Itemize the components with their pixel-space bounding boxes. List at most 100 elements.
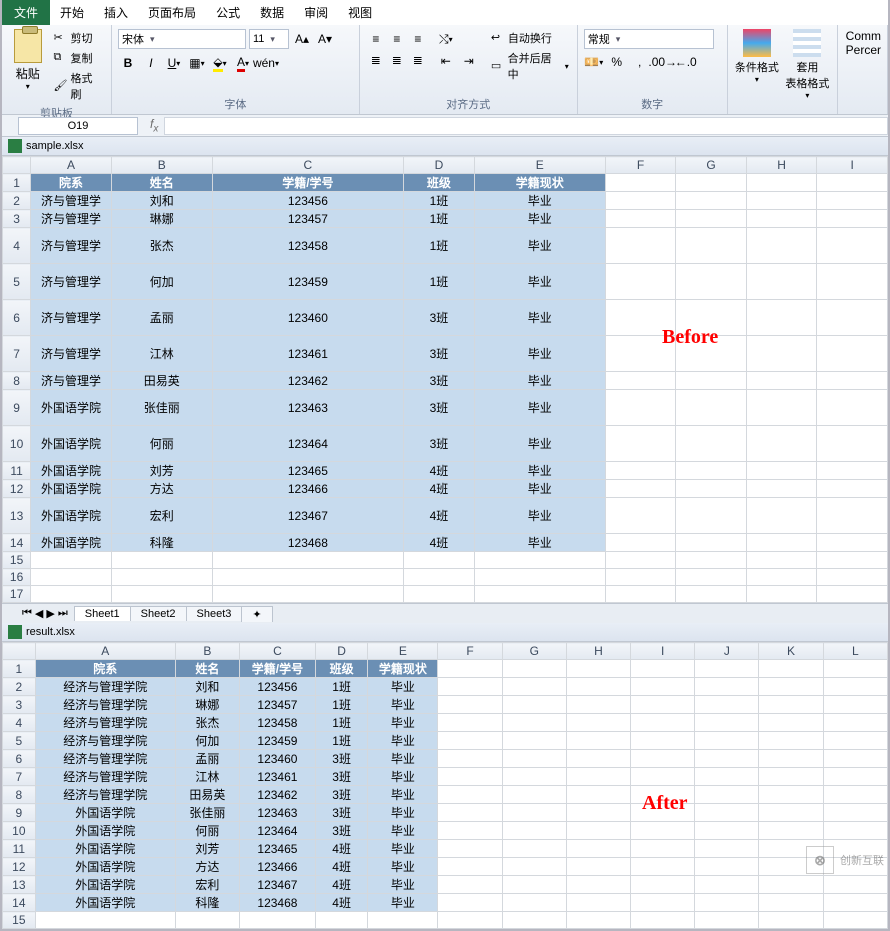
cell[interactable]: 123466 [212, 480, 404, 498]
cell[interactable]: 外国语学院 [35, 894, 175, 912]
cell[interactable] [823, 786, 887, 804]
cell[interactable]: 外国语学院 [35, 840, 175, 858]
font-color-button[interactable]: A▾ [233, 53, 253, 73]
table-format-button[interactable]: 套用 表格格式▾ [784, 29, 831, 100]
cell[interactable] [746, 569, 817, 586]
cell[interactable] [631, 840, 695, 858]
row-header[interactable]: 14 [3, 534, 31, 552]
cell[interactable]: 何丽 [111, 426, 212, 462]
header-cell[interactable]: 学籍/学号 [239, 660, 315, 678]
cell[interactable]: 毕业 [474, 462, 605, 480]
cell[interactable] [759, 822, 823, 840]
col-header[interactable]: G [502, 643, 566, 660]
col-header[interactable]: D [315, 643, 368, 660]
cell[interactable]: 4班 [404, 462, 475, 480]
cell[interactable] [631, 912, 695, 929]
cell[interactable] [676, 552, 747, 569]
cell[interactable] [474, 552, 605, 569]
cell[interactable]: 1班 [404, 264, 475, 300]
cell[interactable] [212, 552, 404, 569]
tab-formulas[interactable]: 公式 [206, 0, 250, 25]
cell[interactable] [502, 786, 566, 804]
col-header[interactable]: G [676, 157, 747, 174]
cell[interactable]: 毕业 [474, 390, 605, 426]
row-header[interactable]: 15 [3, 552, 31, 569]
cell[interactable]: 经济与管理学院 [35, 696, 175, 714]
col-header[interactable]: I [817, 157, 888, 174]
cell[interactable] [695, 768, 759, 786]
cell[interactable]: 123468 [239, 894, 315, 912]
formula-input[interactable] [164, 117, 888, 135]
cell[interactable] [823, 714, 887, 732]
cell[interactable] [175, 912, 239, 929]
cell[interactable]: 毕业 [368, 840, 438, 858]
cell[interactable]: 外国语学院 [35, 822, 175, 840]
col-header[interactable]: J [695, 643, 759, 660]
row-header[interactable]: 11 [3, 840, 36, 858]
header-cell[interactable]: 学籍现状 [474, 174, 605, 192]
cell[interactable] [695, 786, 759, 804]
cell[interactable]: 田易英 [111, 372, 212, 390]
cell[interactable]: 1班 [315, 732, 368, 750]
cell[interactable]: 123467 [239, 876, 315, 894]
cell[interactable] [474, 569, 605, 586]
cell[interactable]: 宏利 [111, 498, 212, 534]
cell[interactable]: 123457 [212, 210, 404, 228]
cell[interactable] [817, 480, 888, 498]
cell[interactable]: 毕业 [474, 534, 605, 552]
cell[interactable]: 毕业 [474, 372, 605, 390]
cell[interactable]: 毕业 [368, 750, 438, 768]
cell[interactable]: 1班 [404, 210, 475, 228]
cell[interactable] [695, 876, 759, 894]
row-header[interactable]: 4 [3, 714, 36, 732]
cell[interactable] [605, 480, 676, 498]
cell[interactable]: 123458 [239, 714, 315, 732]
cell[interactable] [474, 586, 605, 603]
cell[interactable] [566, 912, 630, 929]
cell[interactable]: 济与管理学 [31, 336, 112, 372]
header-cell[interactable]: 班级 [404, 174, 475, 192]
cell[interactable]: 孟丽 [111, 300, 212, 336]
cell[interactable] [676, 569, 747, 586]
cell[interactable]: 3班 [404, 300, 475, 336]
cell[interactable] [502, 696, 566, 714]
cell[interactable]: 张杰 [175, 714, 239, 732]
cell[interactable] [502, 894, 566, 912]
header-cell[interactable] [759, 660, 823, 678]
cell[interactable] [746, 372, 817, 390]
cell[interactable]: 外国语学院 [31, 390, 112, 426]
row-header[interactable]: 14 [3, 894, 36, 912]
cell[interactable] [31, 552, 112, 569]
cell[interactable]: 毕业 [474, 264, 605, 300]
cell[interactable]: 江林 [175, 768, 239, 786]
cell[interactable] [695, 858, 759, 876]
cell[interactable]: 宏利 [175, 876, 239, 894]
cell[interactable] [566, 876, 630, 894]
cell[interactable] [212, 569, 404, 586]
cell[interactable] [695, 804, 759, 822]
cell[interactable]: 刘和 [175, 678, 239, 696]
cell[interactable] [605, 372, 676, 390]
cell[interactable] [823, 822, 887, 840]
row-header[interactable]: 17 [3, 586, 31, 603]
cell[interactable] [746, 586, 817, 603]
cell[interactable] [823, 876, 887, 894]
tab-review[interactable]: 审阅 [294, 0, 338, 25]
header-cell[interactable] [566, 660, 630, 678]
cell[interactable]: 经济与管理学院 [35, 750, 175, 768]
cell[interactable] [746, 498, 817, 534]
cell[interactable] [566, 714, 630, 732]
row-header[interactable]: 2 [3, 678, 36, 696]
cell[interactable]: 123462 [239, 786, 315, 804]
cell[interactable] [676, 264, 747, 300]
cell[interactable]: 毕业 [474, 192, 605, 210]
cell[interactable]: 张佳丽 [111, 390, 212, 426]
row-header[interactable]: 8 [3, 786, 36, 804]
cell[interactable] [566, 678, 630, 696]
cell[interactable]: 琳娜 [175, 696, 239, 714]
cell[interactable] [695, 750, 759, 768]
cell[interactable]: 外国语学院 [31, 480, 112, 498]
cell[interactable] [31, 569, 112, 586]
cell[interactable]: 1班 [404, 228, 475, 264]
cell[interactable]: 毕业 [368, 714, 438, 732]
